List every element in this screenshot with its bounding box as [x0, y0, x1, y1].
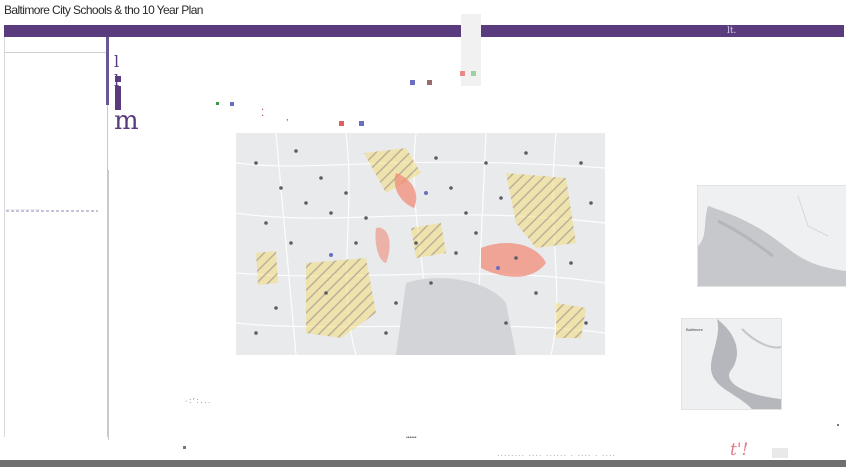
park-area: [396, 278, 516, 355]
inset-label: Baltimore: [686, 327, 703, 332]
header-band: [4, 25, 844, 37]
zone-5: [556, 303, 586, 338]
red-zone-3: [375, 227, 390, 263]
footer-text: ........ .... ...... . .... . ....: [497, 448, 617, 458]
zone-2: [506, 173, 576, 248]
content-divider: [108, 170, 109, 440]
zone-6: [256, 251, 278, 285]
decor-mark: ⁚: [261, 108, 265, 119]
footer-tag: t'!: [730, 440, 749, 460]
page-title: Baltimore City Schools & tho 10 Year Pla…: [4, 3, 203, 17]
corner-dot: [837, 424, 839, 426]
zone-4: [411, 223, 446, 258]
logo-bottom: m: [114, 106, 139, 136]
legend-swatch-blue: [410, 80, 415, 85]
bullet-dot: [183, 446, 186, 449]
decor-comma: ,: [286, 112, 289, 122]
red-zone-2: [481, 243, 546, 277]
scribble-mid: ••••••: [406, 435, 417, 441]
inset-region-canvas: [698, 195, 846, 286]
legend-swatch-blue-2: [359, 121, 364, 126]
legend-dot-green: [216, 102, 219, 105]
legend-dot-blue: [230, 102, 234, 106]
red-zone-1: [394, 173, 417, 208]
footer-tag-box: [772, 448, 788, 458]
inset-map-region[interactable]: [697, 185, 846, 287]
footer-bar: [0, 460, 846, 467]
main-map[interactable]: [235, 132, 606, 356]
inset-map-locator[interactable]: Baltimore: [681, 318, 782, 410]
legend-swatch-brown: [427, 80, 432, 85]
scribble-left: · : ' : . . .: [185, 398, 211, 405]
sidebar-divider: [5, 52, 108, 53]
inset-locator-canvas: [710, 319, 782, 409]
sidebar-caption: ................................: [6, 206, 98, 216]
logo-i-icon: [114, 76, 122, 110]
map-canvas: [235, 132, 606, 356]
left-sidebar: [4, 37, 108, 437]
header-flag: lt.: [727, 26, 737, 36]
legend-swatch-green: [471, 71, 476, 76]
sidebar-accent: [106, 37, 109, 105]
legend-swatch-pink: [460, 71, 465, 76]
legend-swatch-red: [339, 121, 344, 126]
